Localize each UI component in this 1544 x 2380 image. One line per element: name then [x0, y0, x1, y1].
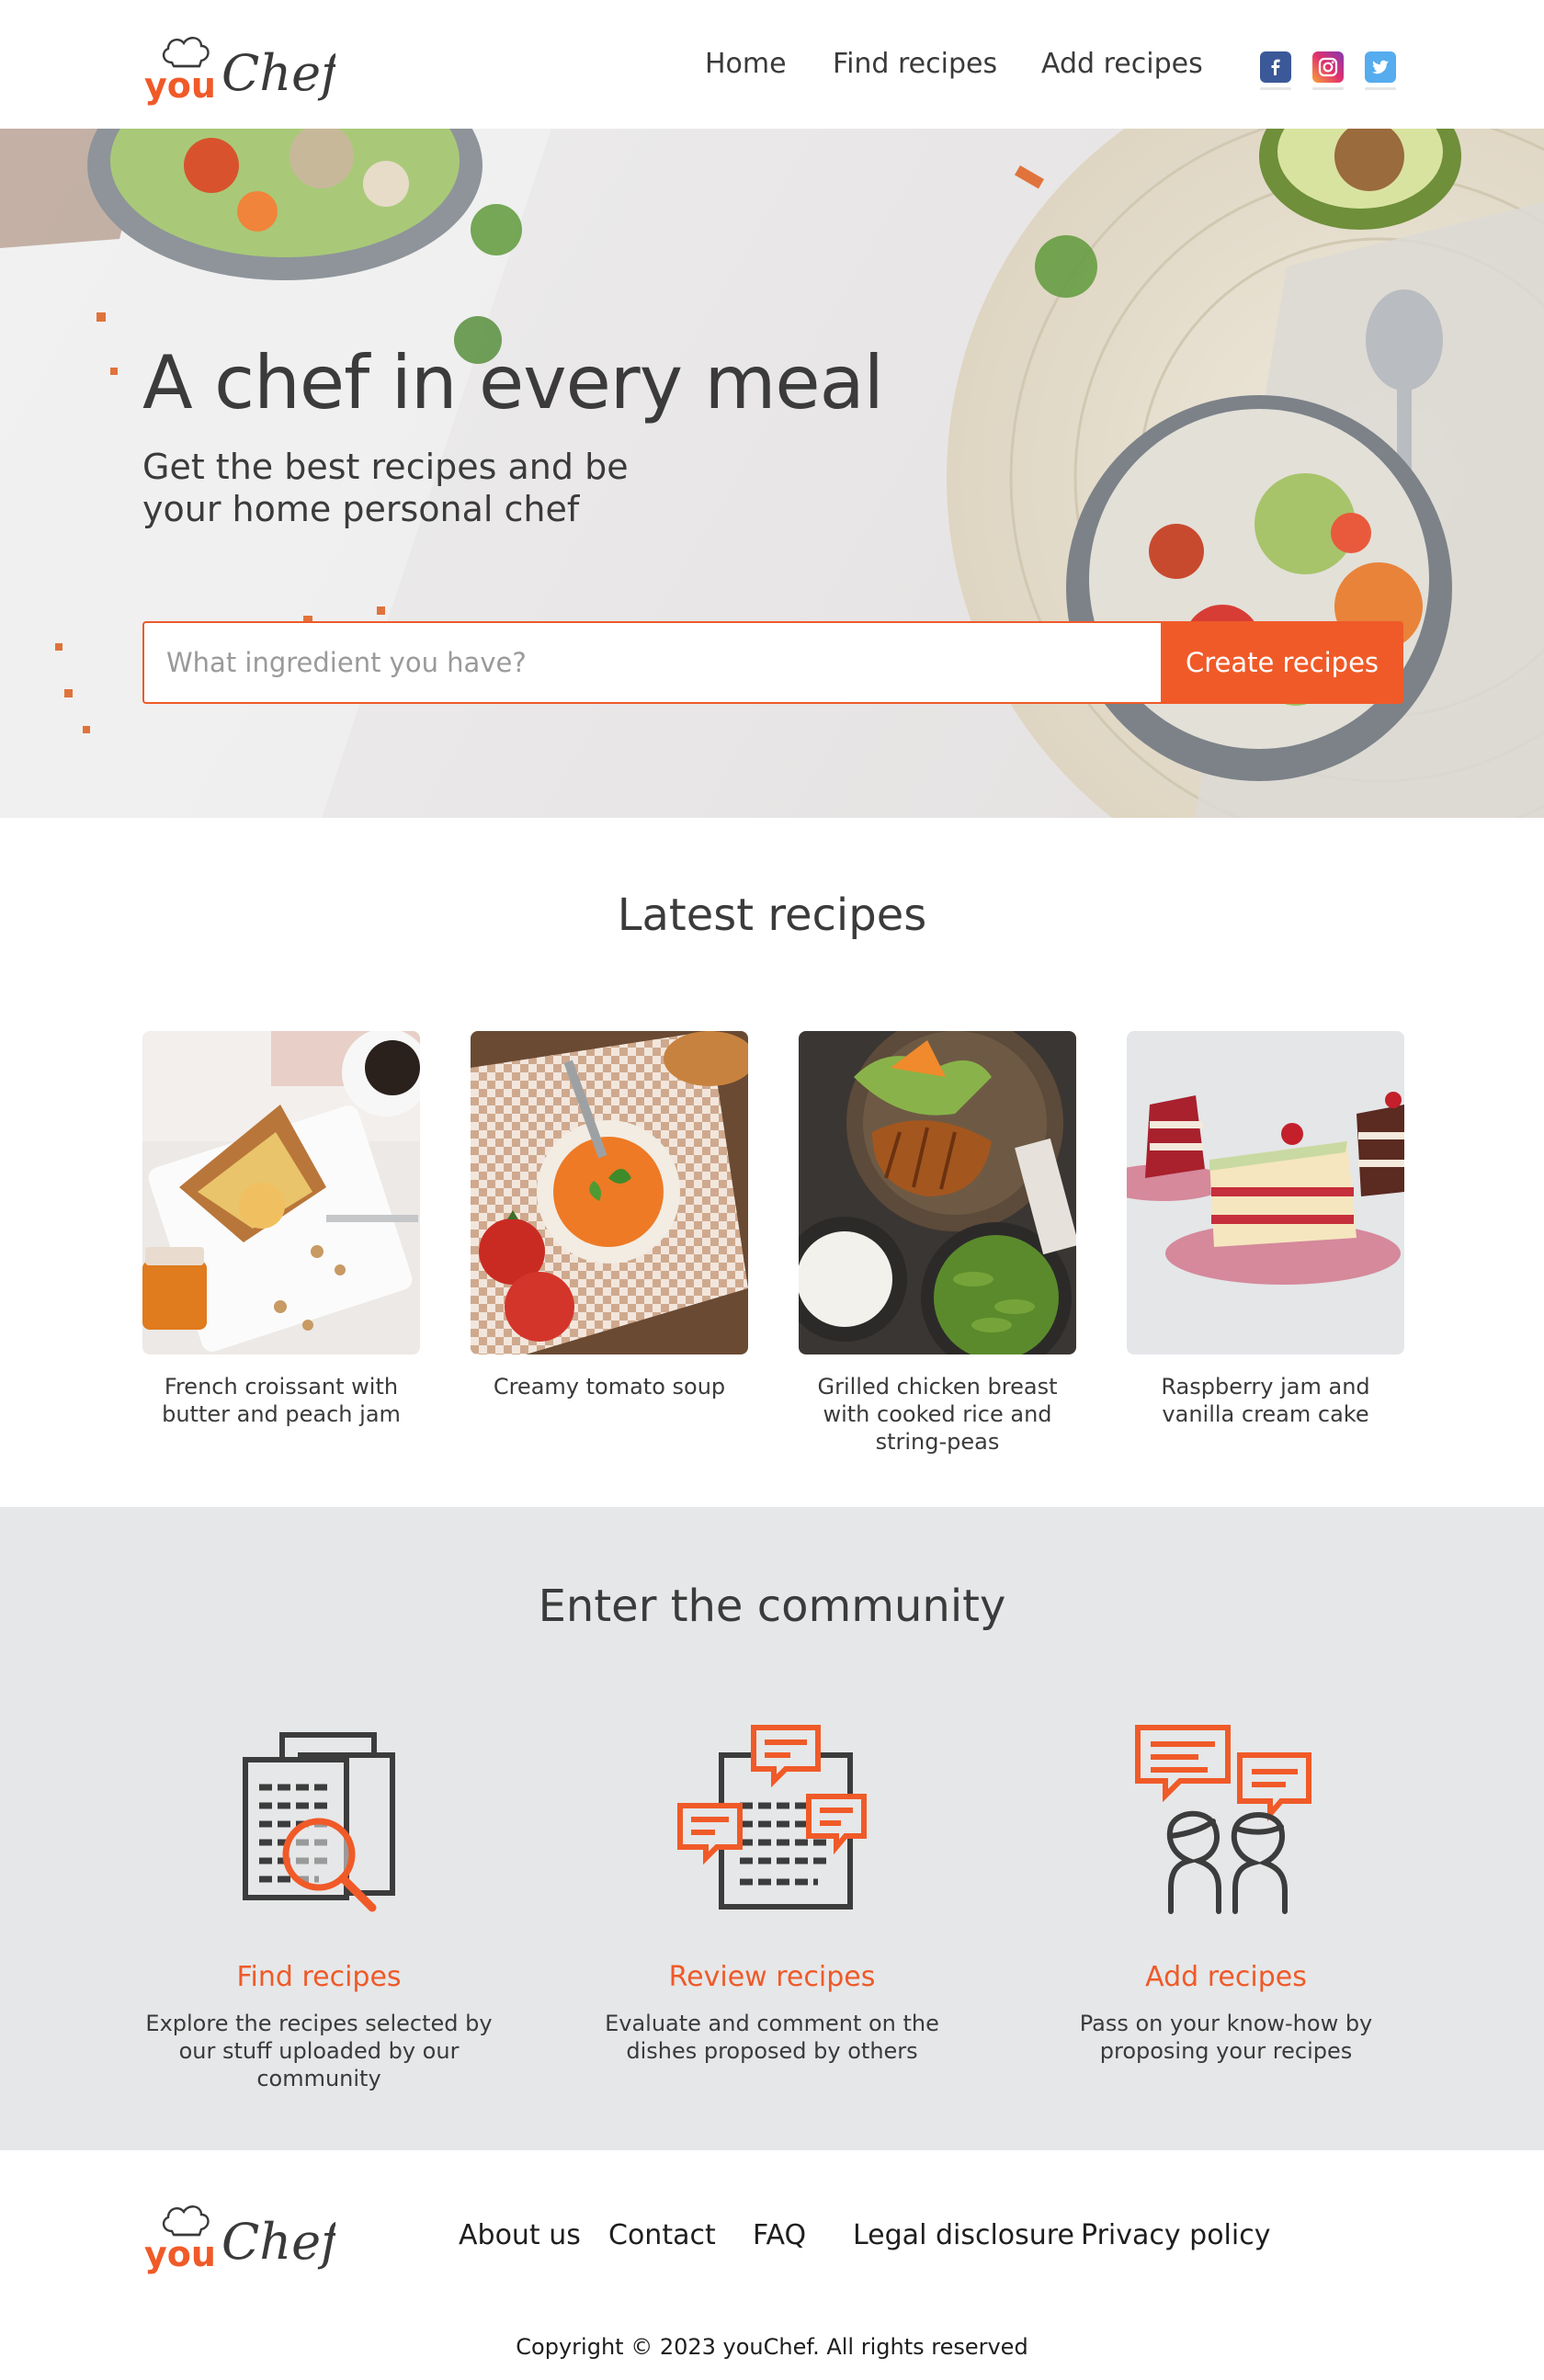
feature-description: Pass on your know-how by proposing your …	[1079, 2011, 1373, 2064]
feature-description: Evaluate and comment on the dishes propo…	[605, 2011, 939, 2064]
site-footer: you Chef About us Contact FAQ Legal disc…	[0, 2150, 1544, 2380]
recipe-image-croissant[interactable]	[142, 1031, 420, 1354]
create-recipes-button[interactable]: Create recipes	[1161, 621, 1403, 704]
recipe-card[interactable]: French croissant with butter and peach j…	[142, 1031, 420, 1428]
search-documents-icon	[243, 1732, 395, 1912]
youchef-logo[interactable]: you Chef	[142, 2194, 335, 2282]
recipe-image-cake[interactable]	[1127, 1031, 1404, 1354]
latest-recipes-title: Latest recipes	[617, 890, 927, 941]
site-header: you Chef Home Find recipes Add recipes	[0, 0, 1544, 129]
nav-find-recipes[interactable]: Find recipes	[833, 48, 997, 80]
feature-title[interactable]: Add recipes	[1033, 1961, 1419, 1993]
recipe-card[interactable]: Creamy tomato soup	[471, 1031, 748, 1400]
feature-title[interactable]: Review recipes	[579, 1961, 965, 1993]
recipe-image-grilled-chicken[interactable]	[799, 1031, 1076, 1354]
nav-add-recipes[interactable]: Add recipes	[1041, 48, 1203, 80]
footer-link-faq[interactable]: FAQ	[753, 2219, 806, 2251]
feature-review-recipes[interactable]: Review recipes Evaluate and comment on t…	[579, 1718, 965, 2065]
footer-link-legal[interactable]: Legal disclosure	[853, 2219, 1074, 2251]
users-chat-icon	[1135, 1725, 1311, 1914]
recipe-image-tomato-soup[interactable]	[471, 1031, 748, 1354]
logo-chef-text: Chef	[221, 44, 335, 102]
youchef-logo[interactable]: you Chef	[142, 26, 335, 113]
recipe-caption[interactable]: Raspberry jam and vanilla cream cake	[1127, 1373, 1404, 1428]
feature-description: Explore the recipes selected by our stuf…	[145, 2011, 493, 2091]
hero-banner: A chef in every meal Get the best recipe…	[0, 129, 1544, 818]
ingredient-search-form: Create recipes	[142, 621, 1403, 704]
recipe-caption[interactable]: Creamy tomato soup	[471, 1373, 748, 1400]
ingredient-search-input[interactable]	[142, 621, 1163, 704]
twitter-icon[interactable]	[1365, 51, 1396, 90]
footer-link-about[interactable]: About us	[459, 2219, 581, 2251]
hero-title: A chef in every meal	[142, 340, 884, 425]
logo-you-text: you	[144, 65, 216, 106]
feature-title[interactable]: Find recipes	[126, 1961, 512, 1993]
feature-add-recipes[interactable]: Add recipes Pass on your know-how by pro…	[1033, 1718, 1419, 2065]
copyright-text: Copyright © 2023 youChef. All rights res…	[516, 2334, 1028, 2360]
instagram-icon[interactable]	[1312, 51, 1344, 90]
logo-you-text: you	[144, 2234, 216, 2274]
feature-find-recipes[interactable]: Find recipes Explore the recipes selecte…	[126, 1718, 512, 2092]
logo-chef-text: Chef	[221, 2213, 335, 2271]
facebook-icon[interactable]	[1260, 51, 1291, 90]
community-section: Enter the community Find recipes Explore…	[0, 1507, 1544, 2150]
recipe-card[interactable]: Grilled chicken breast with cooked rice …	[799, 1031, 1076, 1456]
hero-subtitle: Get the best recipes and be your home pe…	[142, 447, 629, 529]
chef-hat-icon	[162, 2205, 210, 2237]
nav-home[interactable]: Home	[705, 48, 787, 80]
footer-link-privacy[interactable]: Privacy policy	[1081, 2219, 1270, 2251]
review-comments-icon	[677, 1725, 867, 1910]
chef-hat-icon	[162, 37, 210, 68]
recipe-caption[interactable]: Grilled chicken breast with cooked rice …	[799, 1373, 1076, 1456]
footer-link-contact[interactable]: Contact	[608, 2219, 716, 2251]
recipe-caption[interactable]: French croissant with butter and peach j…	[142, 1373, 420, 1428]
recipe-card[interactable]: Raspberry jam and vanilla cream cake	[1127, 1031, 1404, 1428]
community-title: Enter the community	[538, 1581, 1006, 1632]
